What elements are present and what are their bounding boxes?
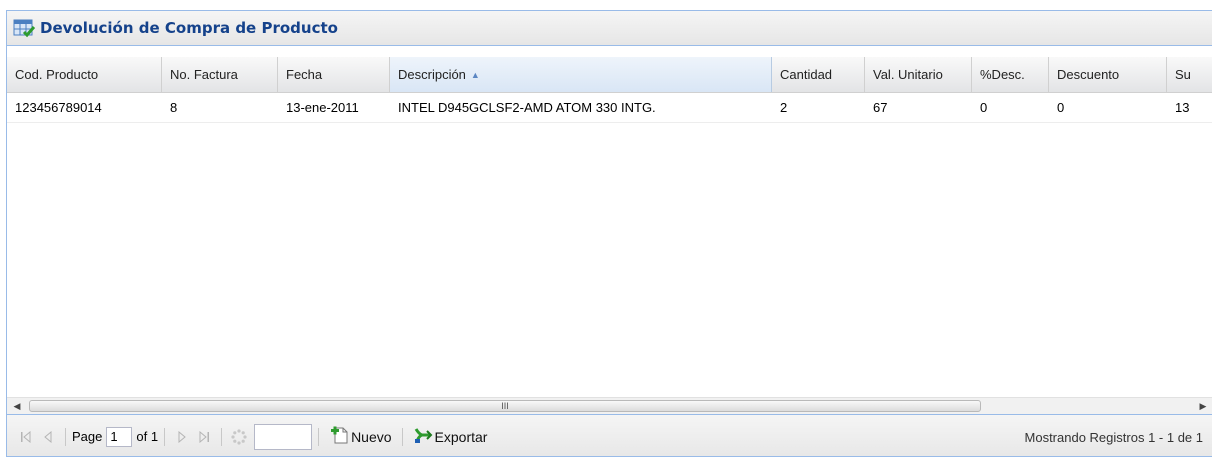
- exportar-button[interactable]: Exportar: [409, 425, 492, 448]
- panel-header: Devolución de Compra de Producto: [7, 11, 1212, 46]
- grid-table-icon: [13, 18, 36, 38]
- scrollbar-track[interactable]: III: [27, 398, 1193, 415]
- nuevo-label: Nuevo: [351, 428, 392, 445]
- toolbar-separator: [318, 427, 320, 446]
- toolbar-separator: [401, 427, 403, 446]
- cell-subtotal: 13: [1175, 100, 1190, 115]
- scrollbar-grip: III: [501, 400, 509, 411]
- devolucion-panel: Devolución de Compra de Producto Cod. Pr…: [6, 10, 1212, 457]
- add-document-icon: [329, 425, 349, 448]
- cell-descripcion: INTEL D945GCLSF2-AMD ATOM 330 INTG.: [398, 100, 656, 115]
- refresh-icon[interactable]: [228, 426, 250, 448]
- column-header-cod-producto[interactable]: Cod. Producto: [7, 57, 162, 92]
- data-grid: Cod. Producto No. Factura Fecha Descripc…: [7, 57, 1212, 397]
- page-number-input[interactable]: [106, 426, 133, 447]
- toolbar-separator: [65, 427, 66, 446]
- column-header-no-factura[interactable]: No. Factura: [162, 57, 278, 92]
- cell-cod-producto: 123456789014: [15, 100, 102, 115]
- cell-val-unitario: 67: [873, 100, 888, 115]
- column-header-descuento[interactable]: Descuento: [1049, 57, 1167, 92]
- scroll-left-icon[interactable]: ◀: [7, 398, 27, 415]
- cell-cantidad: 2: [780, 100, 788, 115]
- grid-header: Cod. Producto No. Factura Fecha Descripc…: [7, 57, 1212, 93]
- sort-asc-icon: ▲: [470, 69, 480, 80]
- column-header-desc-pct[interactable]: %Desc.: [972, 57, 1049, 92]
- column-header-cantidad[interactable]: Cantidad: [772, 57, 865, 92]
- export-icon: [413, 425, 433, 448]
- cell-desc-pct: 0: [980, 100, 988, 115]
- scrollbar-thumb[interactable]: III: [29, 399, 981, 412]
- toolbar-separator: [221, 427, 223, 446]
- last-page-icon[interactable]: [193, 426, 215, 448]
- cell-descuento: 0: [1057, 100, 1065, 115]
- paging-status: Mostrando Registros 1 - 1 de 1: [1024, 429, 1203, 445]
- column-header-val-unitario[interactable]: Val. Unitario: [865, 57, 972, 92]
- column-header-subtotal[interactable]: Su: [1167, 57, 1212, 92]
- horizontal-scrollbar[interactable]: ◀ III ▶: [7, 397, 1212, 414]
- table-row[interactable]: 123456789014 8 13-ene-2011 INTEL D945GCL…: [7, 93, 1212, 123]
- prev-page-icon[interactable]: [37, 426, 59, 448]
- column-header-fecha[interactable]: Fecha: [278, 57, 390, 92]
- paging-toolbar: Page of 1: [7, 414, 1212, 456]
- first-page-icon[interactable]: [15, 426, 37, 448]
- panel-title: Devolución de Compra de Producto: [40, 19, 338, 37]
- toolbar-separator: [164, 427, 166, 446]
- column-header-descripcion[interactable]: Descripción ▲: [390, 57, 772, 92]
- cell-no-factura: 8: [170, 100, 178, 115]
- exportar-label: Exportar: [434, 428, 488, 445]
- pager-empty-field[interactable]: [254, 423, 313, 450]
- cell-fecha: 13-ene-2011: [286, 100, 359, 115]
- nuevo-button[interactable]: Nuevo: [325, 425, 395, 448]
- page-count-label: of 1: [136, 429, 159, 444]
- page-label: Page: [72, 429, 103, 444]
- next-page-icon[interactable]: [171, 426, 193, 448]
- scroll-right-icon[interactable]: ▶: [1193, 398, 1212, 415]
